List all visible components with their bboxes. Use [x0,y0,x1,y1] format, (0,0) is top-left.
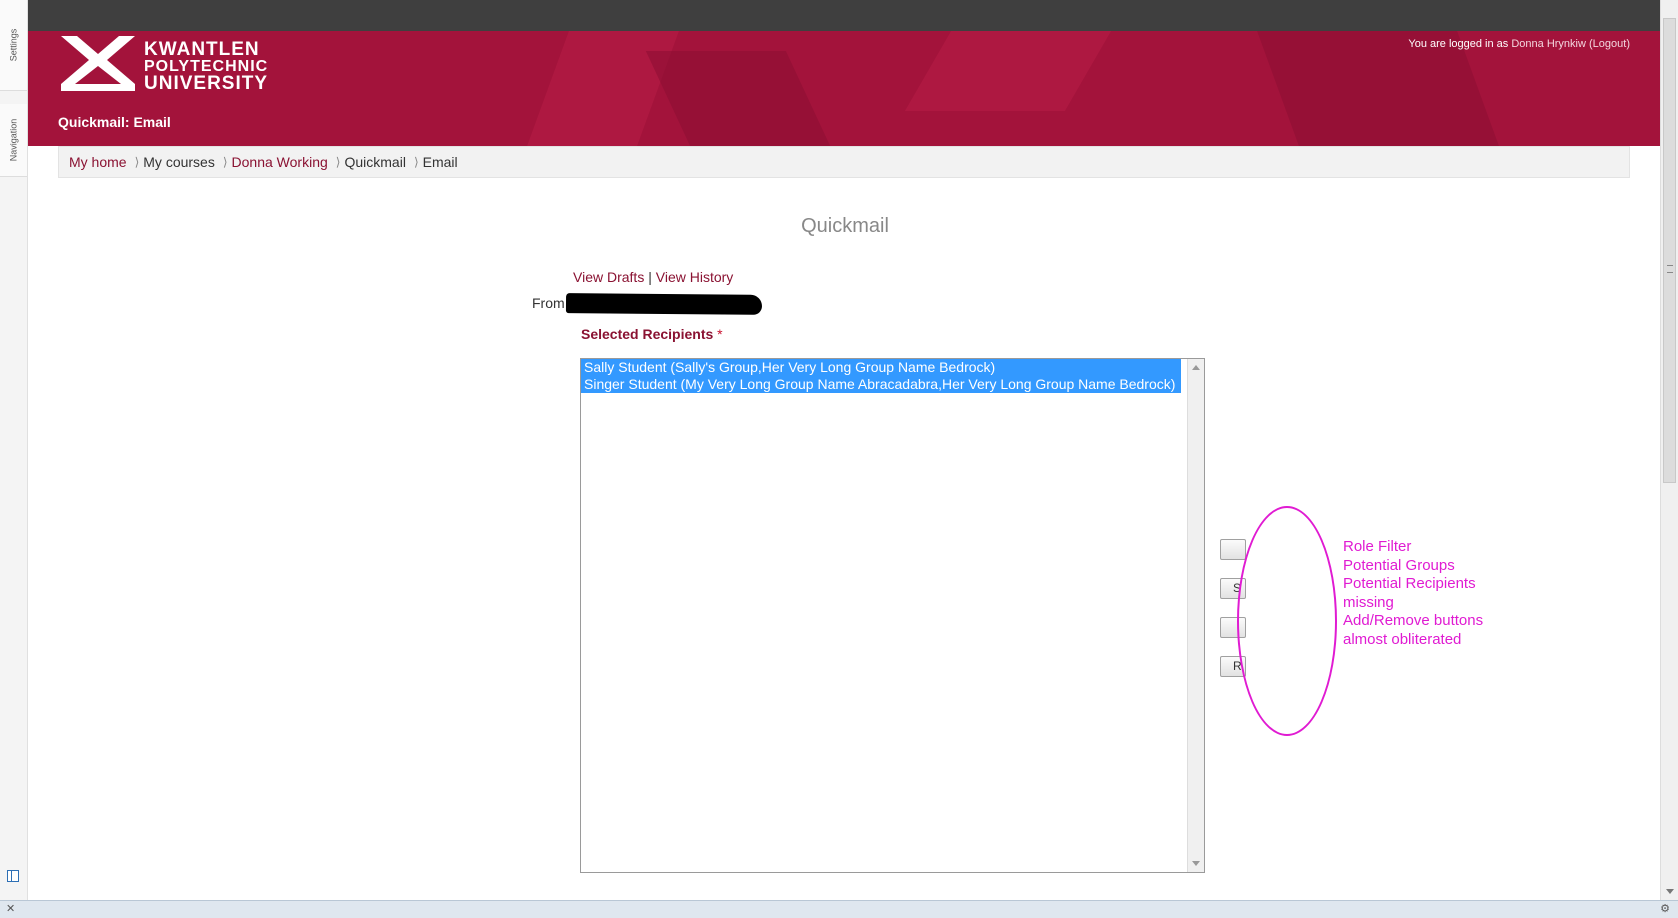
from-label: From [532,295,565,311]
recipient-option[interactable]: Sally Student (Sally's Group,Her Very Lo… [581,359,1181,376]
redacted-from-address [565,293,763,315]
scroll-down-icon[interactable] [1666,889,1674,894]
annotation-line: Role Filter [1343,538,1412,555]
login-prefix: You are logged in as [1408,38,1509,50]
annotation-line: Potential Groups [1343,556,1455,574]
annotation-line: Potential Recipients [1343,575,1476,592]
header-pattern [904,31,1112,111]
logo-line-1: KWANTLEN [144,39,260,60]
logo-wordmark: KWANTLEN POLYTECHNIC UNIVERSITY [144,40,268,93]
breadcrumb-separator: ⟩ [335,155,341,169]
page-heading: Quickmail: Email [58,114,171,130]
plugin-icon[interactable]: ⚙ [1660,902,1670,915]
selected-recipients-label: Selected Recipients * [581,326,723,342]
dock-tab-settings-label: Settings [8,28,19,62]
breadcrumb-my-home[interactable]: My home [69,154,127,170]
dock-tab-settings[interactable]: Settings [0,0,27,91]
breadcrumb-separator: ⟩ [134,155,140,169]
grip-icon [1667,265,1673,273]
scroll-up-icon[interactable] [1192,365,1200,370]
dock-toggle-icon[interactable] [7,870,19,882]
link-divider: | [648,269,652,285]
drafts-history-links: View Drafts | View History [573,269,733,285]
breadcrumb-my-courses: My courses [143,154,215,170]
breadcrumb: My home ⟩ My courses ⟩ Donna Working ⟩ Q… [58,146,1630,178]
required-icon: * [717,326,723,342]
view-history-link[interactable]: View History [656,269,734,285]
breadcrumb-separator: ⟩ [413,155,419,169]
side-dock: Settings Navigation [0,0,28,900]
dock-tab-navigation[interactable]: Navigation [0,104,27,177]
kpu-logo-icon [61,36,135,91]
header-pattern [527,31,679,146]
scroll-down-icon[interactable] [1192,861,1200,866]
page-title: Quickmail [801,215,889,237]
logo-line-2: POLYTECHNIC [144,58,269,75]
user-name-link[interactable]: Donna Hrynkiw [1511,38,1586,50]
dock-tab-navigation-label: Navigation [8,118,19,162]
breadcrumb-quickmail[interactable]: Quickmail [344,154,405,170]
login-info: You are logged in as Donna Hrynkiw (Logo… [1408,38,1630,50]
annotation-line: missing [1343,593,1394,611]
breadcrumb-email: Email [422,154,458,170]
recipient-option[interactable]: Singer Student (My Very Long Group Name … [581,376,1181,393]
breadcrumb-separator: ⟩ [222,155,228,169]
breadcrumb-course[interactable]: Donna Working [232,154,328,170]
close-icon[interactable]: ✕ [6,902,15,915]
view-drafts-link[interactable]: View Drafts [573,269,644,285]
logout-link[interactable]: (Logout) [1589,38,1630,50]
selected-recipients-listbox[interactable]: Sally Student (Sally's Group,Her Very Lo… [580,358,1205,873]
annotation-line: almost obliterated [1343,630,1462,648]
listbox-scrollbar[interactable] [1187,359,1204,872]
annotation-note: Role Filter Potential Groups Potential R… [1343,538,1483,649]
browser-status-bar: ✕ ⚙ [0,900,1678,918]
clipped-button-1[interactable] [1220,539,1246,560]
header-pattern [645,51,831,146]
annotation-ellipse [1237,506,1337,736]
page-scroll-thumb[interactable] [1663,18,1676,483]
selected-recipients-text: Selected Recipients [581,326,714,342]
page-scrollbar[interactable] [1660,0,1678,900]
browser-top-bar [0,0,1678,31]
annotation-line: Add/Remove buttons [1343,612,1484,629]
site-header: KWANTLEN POLYTECHNIC UNIVERSITY Quickmai… [28,31,1660,146]
logo-line-3: UNIVERSITY [144,73,269,94]
